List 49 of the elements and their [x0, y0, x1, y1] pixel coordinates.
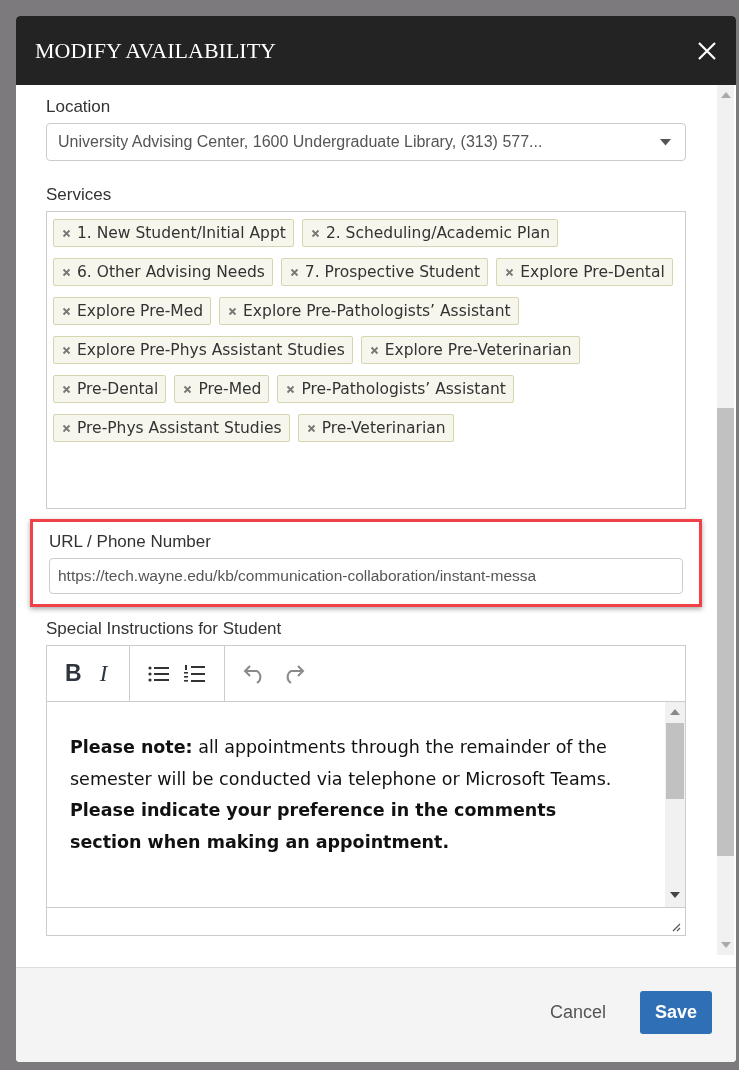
- service-tag[interactable]: 6. Other Advising Needs: [53, 258, 273, 286]
- caret-icon: [660, 138, 671, 146]
- remove-icon[interactable]: [62, 345, 71, 355]
- scrollbar[interactable]: [665, 702, 685, 907]
- service-tag[interactable]: Pre-Pathologists’ Assistant: [277, 375, 514, 403]
- location-select[interactable]: University Advising Center, 1600 Undergraduate Library, (313) 577...: [46, 123, 686, 161]
- remove-icon[interactable]: [62, 228, 71, 238]
- service-tag[interactable]: Explore Pre-Pathologists’ Assistant: [219, 297, 519, 325]
- service-tag[interactable]: Pre-Med: [174, 375, 270, 403]
- save-button[interactable]: Save: [639, 990, 712, 1034]
- remove-icon[interactable]: [306, 423, 316, 433]
- remove-icon[interactable]: [62, 306, 71, 316]
- resize-grip-icon[interactable]: [671, 922, 681, 932]
- service-tag[interactable]: Explore Pre-Veterinarian: [360, 336, 580, 364]
- field-label: Services: [46, 185, 113, 205]
- remove-icon[interactable]: [505, 267, 515, 277]
- remove-icon[interactable]: [369, 345, 379, 355]
- remove-icon[interactable]: [62, 267, 71, 277]
- remove-icon[interactable]: [62, 423, 71, 433]
- cancel-button[interactable]: Cancel: [543, 1000, 612, 1024]
- service-tag[interactable]: 2. Scheduling/Academic Plan: [301, 219, 559, 247]
- scroll-down-icon[interactable]: [670, 892, 680, 898]
- service-tag[interactable]: Pre-Veterinarian: [297, 414, 454, 442]
- numbered-list-icon[interactable]: [184, 663, 207, 684]
- remove-icon[interactable]: [183, 384, 193, 394]
- dialog-title: MODIFY AVAILABILITY: [35, 37, 276, 64]
- service-tag[interactable]: 7. Prospective Student: [280, 258, 489, 286]
- close-icon[interactable]: [697, 40, 717, 61]
- service-tag[interactable]: 1. New Student/Initial Appt: [53, 219, 294, 247]
- field-label: URL / Phone Number: [49, 532, 212, 552]
- remove-icon[interactable]: [62, 384, 71, 394]
- bullet-list-icon[interactable]: [148, 664, 171, 683]
- service-tag[interactable]: Pre-Phys Assistant Studies: [53, 414, 290, 442]
- remove-icon[interactable]: [228, 306, 238, 316]
- remove-icon[interactable]: [286, 384, 296, 394]
- field-label: Special Instructions for Student: [46, 619, 283, 639]
- instructions-text: Please note: all appointments through the remainder of the semester will be conducted via telephone or Microsoft Teams. Please indicate your preference in the comments section when making an appointment.: [69, 736, 613, 854]
- service-tag[interactable]: Explore Pre-Med: [53, 297, 212, 325]
- service-tag[interactable]: Pre-Dental: [53, 375, 167, 403]
- remove-icon[interactable]: [289, 267, 299, 277]
- url-field[interactable]: https://tech.wayne.edu/kb/communication-collaboration/instant-messa: [49, 558, 683, 594]
- service-tag[interactable]: Explore Pre-Phys Assistant Studies: [53, 336, 353, 364]
- remove-icon[interactable]: [310, 228, 320, 238]
- bold-button[interactable]: B: [65, 660, 82, 687]
- service-tag[interactable]: Explore Pre-Dental: [496, 258, 673, 286]
- field-label: Location: [46, 97, 112, 117]
- scroll-up-icon[interactable]: [670, 709, 680, 715]
- services-field[interactable]: [46, 211, 686, 509]
- italic-button[interactable]: I: [95, 660, 112, 687]
